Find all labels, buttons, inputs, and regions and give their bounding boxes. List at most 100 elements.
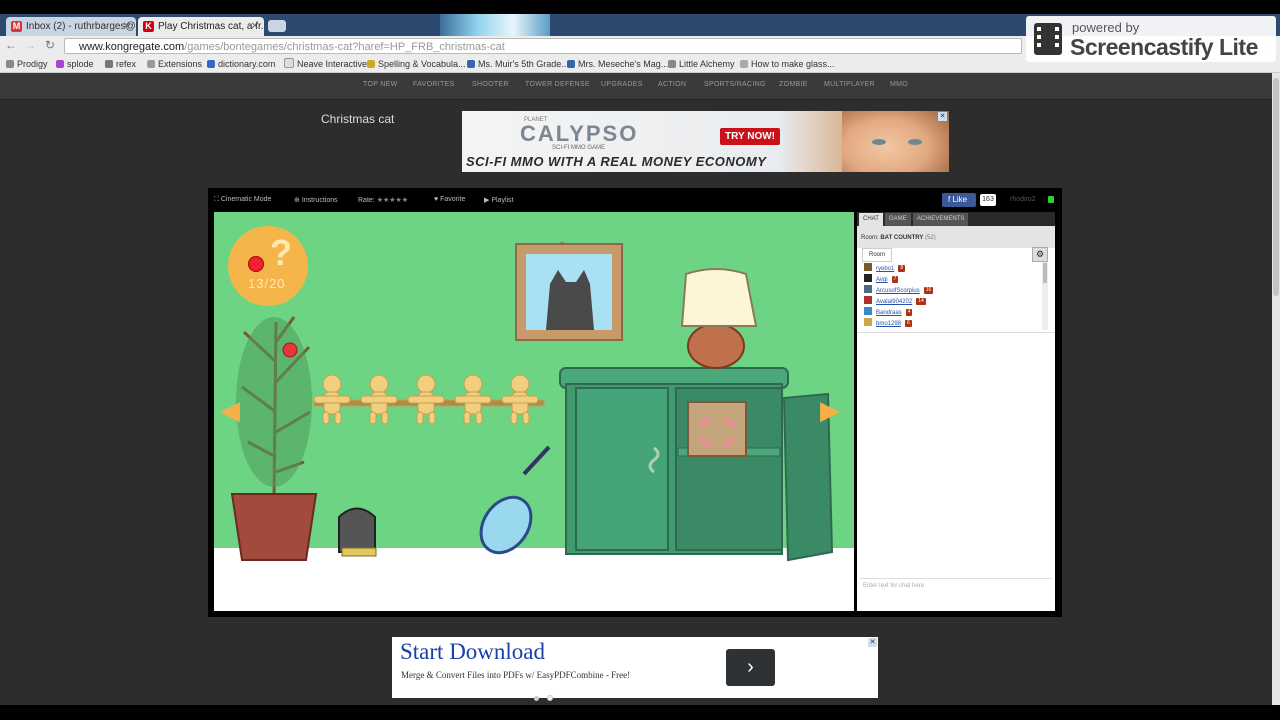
ad-go-button[interactable]: ›	[726, 649, 775, 686]
avatar	[864, 263, 872, 271]
username[interactable]: ArcusofScorpius	[876, 288, 920, 294]
gingerbread-garland[interactable]	[313, 374, 545, 425]
user-list-item[interactable]: Avgi 7	[864, 274, 899, 284]
bookmark-extensions[interactable]: Extensions	[147, 58, 202, 70]
avatar	[864, 274, 872, 282]
nav-mmo[interactable]: MMO	[890, 81, 908, 88]
user-list-item[interactable]: Avalai904202 14	[864, 296, 926, 306]
url-host: www.kongregate.com	[79, 41, 185, 53]
bookmark-ms-muir[interactable]: Ms. Muir's 5th Grade...	[467, 58, 569, 70]
user-list-item[interactable]: ArcusofScorpius 16	[864, 285, 934, 295]
watermark-line2: Screencastify Lite	[1070, 34, 1258, 60]
banner-ad-bottom[interactable]: Start Download Merge & Convert Files int…	[392, 637, 878, 701]
game-canvas[interactable]: ? 13/20 ◀ ▶	[214, 212, 854, 611]
table-lamp[interactable]	[680, 268, 758, 369]
film-icon	[1034, 23, 1062, 55]
nav-favorites[interactable]: FAVORITES	[413, 81, 454, 88]
tab-game[interactable]: GAME	[885, 213, 911, 226]
tab-achievements[interactable]: ACHIEVEMENTS	[913, 213, 969, 226]
bookmark-little-alchemy[interactable]: Little Alchemy	[668, 58, 735, 70]
nav-top-new[interactable]: TOP NEW	[363, 81, 398, 88]
christmas-tree[interactable]	[236, 316, 312, 498]
green-cabinet[interactable]	[559, 367, 834, 562]
bookmark-glass[interactable]: How to make glass...	[740, 58, 835, 70]
username[interactable]: ryebo1	[876, 266, 894, 272]
nav-sports-racing[interactable]: SPORTS/RACING	[704, 81, 766, 88]
avatar	[864, 318, 872, 326]
ad-page-dot[interactable]	[547, 695, 553, 701]
game-username[interactable]: rhodiro2	[1010, 196, 1036, 203]
user-list-item[interactable]: bmo1298 6	[864, 318, 912, 328]
game-bar: ⛶ Cinematic Mode ⊕ Instructions Rate: ★★…	[212, 192, 1058, 208]
bookmark-neave[interactable]: Neave Interactive	[284, 58, 367, 70]
ad-page-dot[interactable]	[534, 696, 539, 701]
nav-tower-defense[interactable]: TOWER DEFENSE	[525, 81, 590, 88]
bookmark-dictionary[interactable]: dictionary.com	[207, 58, 275, 70]
rate-widget[interactable]: Rate: ★★★★★	[358, 196, 408, 204]
back-icon[interactable]: ←	[3, 38, 19, 52]
screencastify-watermark: powered by Screencastify Lite	[1026, 16, 1276, 62]
site-nav: TOP NEW FAVORITES SHOOTER TOWER DEFENSE …	[0, 73, 1272, 100]
user-list-item[interactable]: ryebo1 8	[864, 263, 906, 273]
fullscreen-icon: ⛶	[214, 196, 221, 203]
tab-christmas-cat[interactable]: K Play Christmas cat, a fr... ✕	[138, 17, 264, 36]
bookmark-icon	[567, 60, 575, 68]
level-badge: 7	[891, 276, 899, 283]
user-list-item[interactable]: Bandraas 4	[864, 307, 913, 317]
nav-shooter[interactable]: SHOOTER	[472, 81, 509, 88]
nav-multiplayer[interactable]: MULTIPLAYER	[824, 81, 875, 88]
tennis-racket[interactable]	[471, 445, 551, 562]
bookmark-splode[interactable]: splode	[56, 58, 94, 70]
url-path: /games/bontegames/christmas-cat?haref=HP…	[184, 41, 505, 53]
ad-headline[interactable]: Start Download	[400, 639, 545, 665]
room-name[interactable]: BAT COUNTRY	[880, 235, 923, 241]
cinematic-mode-button[interactable]: ⛶ Cinematic Mode	[214, 196, 271, 204]
scene-right-arrow[interactable]: ▶	[820, 395, 840, 426]
avatar	[864, 296, 872, 304]
reload-icon[interactable]: ↻	[42, 38, 58, 52]
username[interactable]: Avalai904202	[876, 299, 912, 305]
mouse-hole[interactable]	[338, 507, 377, 557]
close-icon[interactable]: ✕	[251, 17, 259, 36]
new-tab-button[interactable]	[268, 20, 286, 32]
forward-icon[interactable]: →	[22, 38, 38, 52]
user-list-scrollbar-thumb[interactable]	[1043, 263, 1047, 283]
bookmark-mrs-meseche[interactable]: Mrs. Meseche's Mag...	[567, 58, 668, 70]
tab-chat[interactable]: CHAT	[859, 213, 883, 226]
chat-divider	[857, 332, 1055, 333]
gear-icon[interactable]: ⚙	[1032, 247, 1048, 262]
ad-photo-eye	[908, 139, 922, 145]
playlist-button[interactable]: ▶ Playlist	[484, 196, 514, 204]
cardboard-box[interactable]	[687, 401, 747, 457]
ad-try-now-button[interactable]: TRY NOW!	[720, 128, 780, 145]
address-bar[interactable]: www.kongregate.com/games/bontegames/chri…	[64, 38, 1022, 54]
close-icon[interactable]: ✕	[123, 17, 131, 36]
tab-inbox[interactable]: M Inbox (2) - ruthrbarges@... ✕	[6, 17, 136, 36]
bookmark-prodigy[interactable]: Prodigy	[6, 58, 48, 70]
tab-strip-wallpaper	[440, 14, 550, 36]
chat-input[interactable]: Enter text for chat here	[860, 578, 1052, 606]
banner-ad-top[interactable]: PLANET CALYPSO SCI-FI MMO GAME TRY NOW! …	[462, 111, 949, 172]
bookmark-icon	[467, 60, 475, 68]
username[interactable]: bmo1298	[876, 321, 901, 327]
ad-close-icon[interactable]: ✕	[938, 112, 947, 121]
bookmark-spelling[interactable]: Spelling & Vocabula...	[367, 58, 466, 70]
cat-picture[interactable]	[515, 241, 623, 341]
bookmark-icon	[367, 60, 375, 68]
facebook-like-button[interactable]: f Like	[942, 193, 976, 207]
scene-left-arrow[interactable]: ◀	[220, 395, 240, 426]
nav-zombie[interactable]: ZOMBIE	[779, 81, 808, 88]
nav-action[interactable]: ACTION	[658, 81, 686, 88]
username[interactable]: Avgi	[876, 277, 888, 283]
level-badge: 14	[916, 298, 926, 305]
star-rating[interactable]: ★★★★★	[377, 197, 408, 204]
room-tab[interactable]: Room	[862, 248, 892, 262]
page-scrollbar-thumb[interactable]	[1273, 78, 1279, 296]
favorite-button[interactable]: ♥ Favorite	[434, 196, 465, 203]
bookmark-refex[interactable]: refex	[105, 58, 136, 70]
ad-close-icon[interactable]: ✕	[868, 638, 877, 647]
bookmark-icon	[56, 60, 64, 68]
username[interactable]: Bandraas	[876, 310, 902, 316]
instructions-button[interactable]: ⊕ Instructions	[294, 196, 338, 204]
nav-upgrades[interactable]: UPGRADES	[601, 81, 643, 88]
